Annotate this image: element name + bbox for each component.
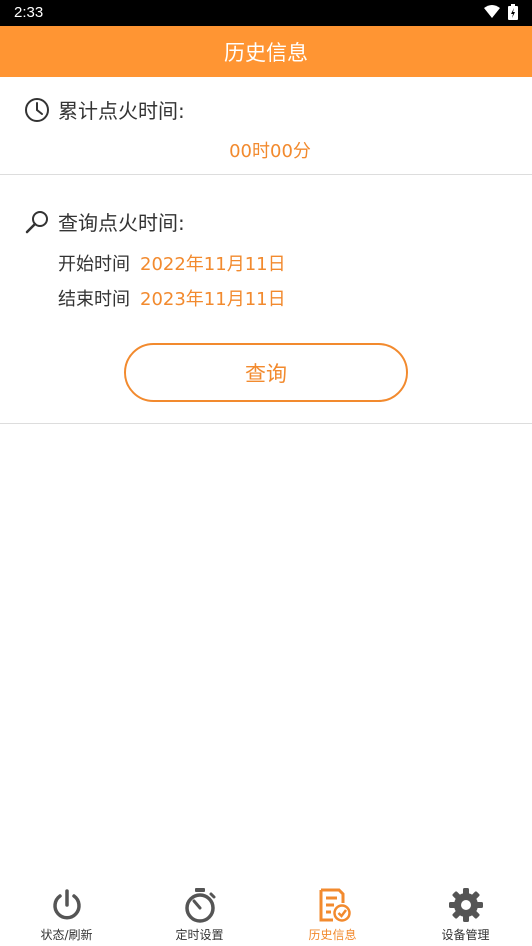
end-date-row[interactable]: 结束时间 2023年11月11日: [58, 285, 286, 311]
power-icon: [49, 887, 85, 923]
status-bar: 2:33: [0, 0, 532, 26]
end-date-label: 结束时间: [58, 289, 130, 310]
nav-label-timer-settings: 定时设置: [175, 928, 224, 942]
divider: [0, 174, 532, 175]
clock-icon: [25, 97, 49, 122]
query-ignition-label: 查询点火时间:: [58, 211, 185, 235]
gear-icon: [448, 887, 484, 923]
search-icon: [25, 210, 48, 233]
app-header: 历史信息: [0, 26, 532, 77]
status-time: 2:33: [14, 4, 44, 21]
query-ignition-title: 查询点火时间:: [24, 207, 185, 236]
total-ignition-title: 累计点火时间:: [24, 95, 185, 124]
end-date-value[interactable]: 2023年11月11日: [140, 285, 286, 311]
query-button[interactable]: 查询: [124, 343, 408, 402]
nav-item-device-management[interactable]: 设备管理: [399, 878, 532, 946]
nav-item-status-refresh[interactable]: 状态/刷新: [0, 878, 133, 946]
nav-item-history-info[interactable]: 历史信息: [266, 878, 399, 946]
wifi-icon: [484, 5, 500, 18]
nav-item-timer-settings[interactable]: 定时设置: [133, 878, 266, 946]
page-title: 历史信息: [224, 40, 308, 65]
history-document-icon: [315, 887, 351, 923]
nav-label-status-refresh: 状态/刷新: [40, 928, 93, 942]
status-icons: [484, 4, 518, 20]
total-ignition-value: 00时00分: [229, 141, 311, 162]
start-date-value[interactable]: 2022年11月11日: [140, 250, 286, 276]
bottom-nav: 状态/刷新 定时设置 历史信息 设备管理: [0, 878, 532, 946]
total-ignition-label: 累计点火时间:: [58, 99, 185, 123]
nav-label-history-info: 历史信息: [308, 928, 357, 942]
start-date-label: 开始时间: [58, 254, 130, 275]
start-date-row[interactable]: 开始时间 2022年11月11日: [58, 250, 286, 276]
stopwatch-icon: [182, 887, 218, 923]
divider: [0, 423, 532, 424]
battery-icon: [508, 4, 518, 20]
nav-label-device-management: 设备管理: [441, 928, 490, 942]
